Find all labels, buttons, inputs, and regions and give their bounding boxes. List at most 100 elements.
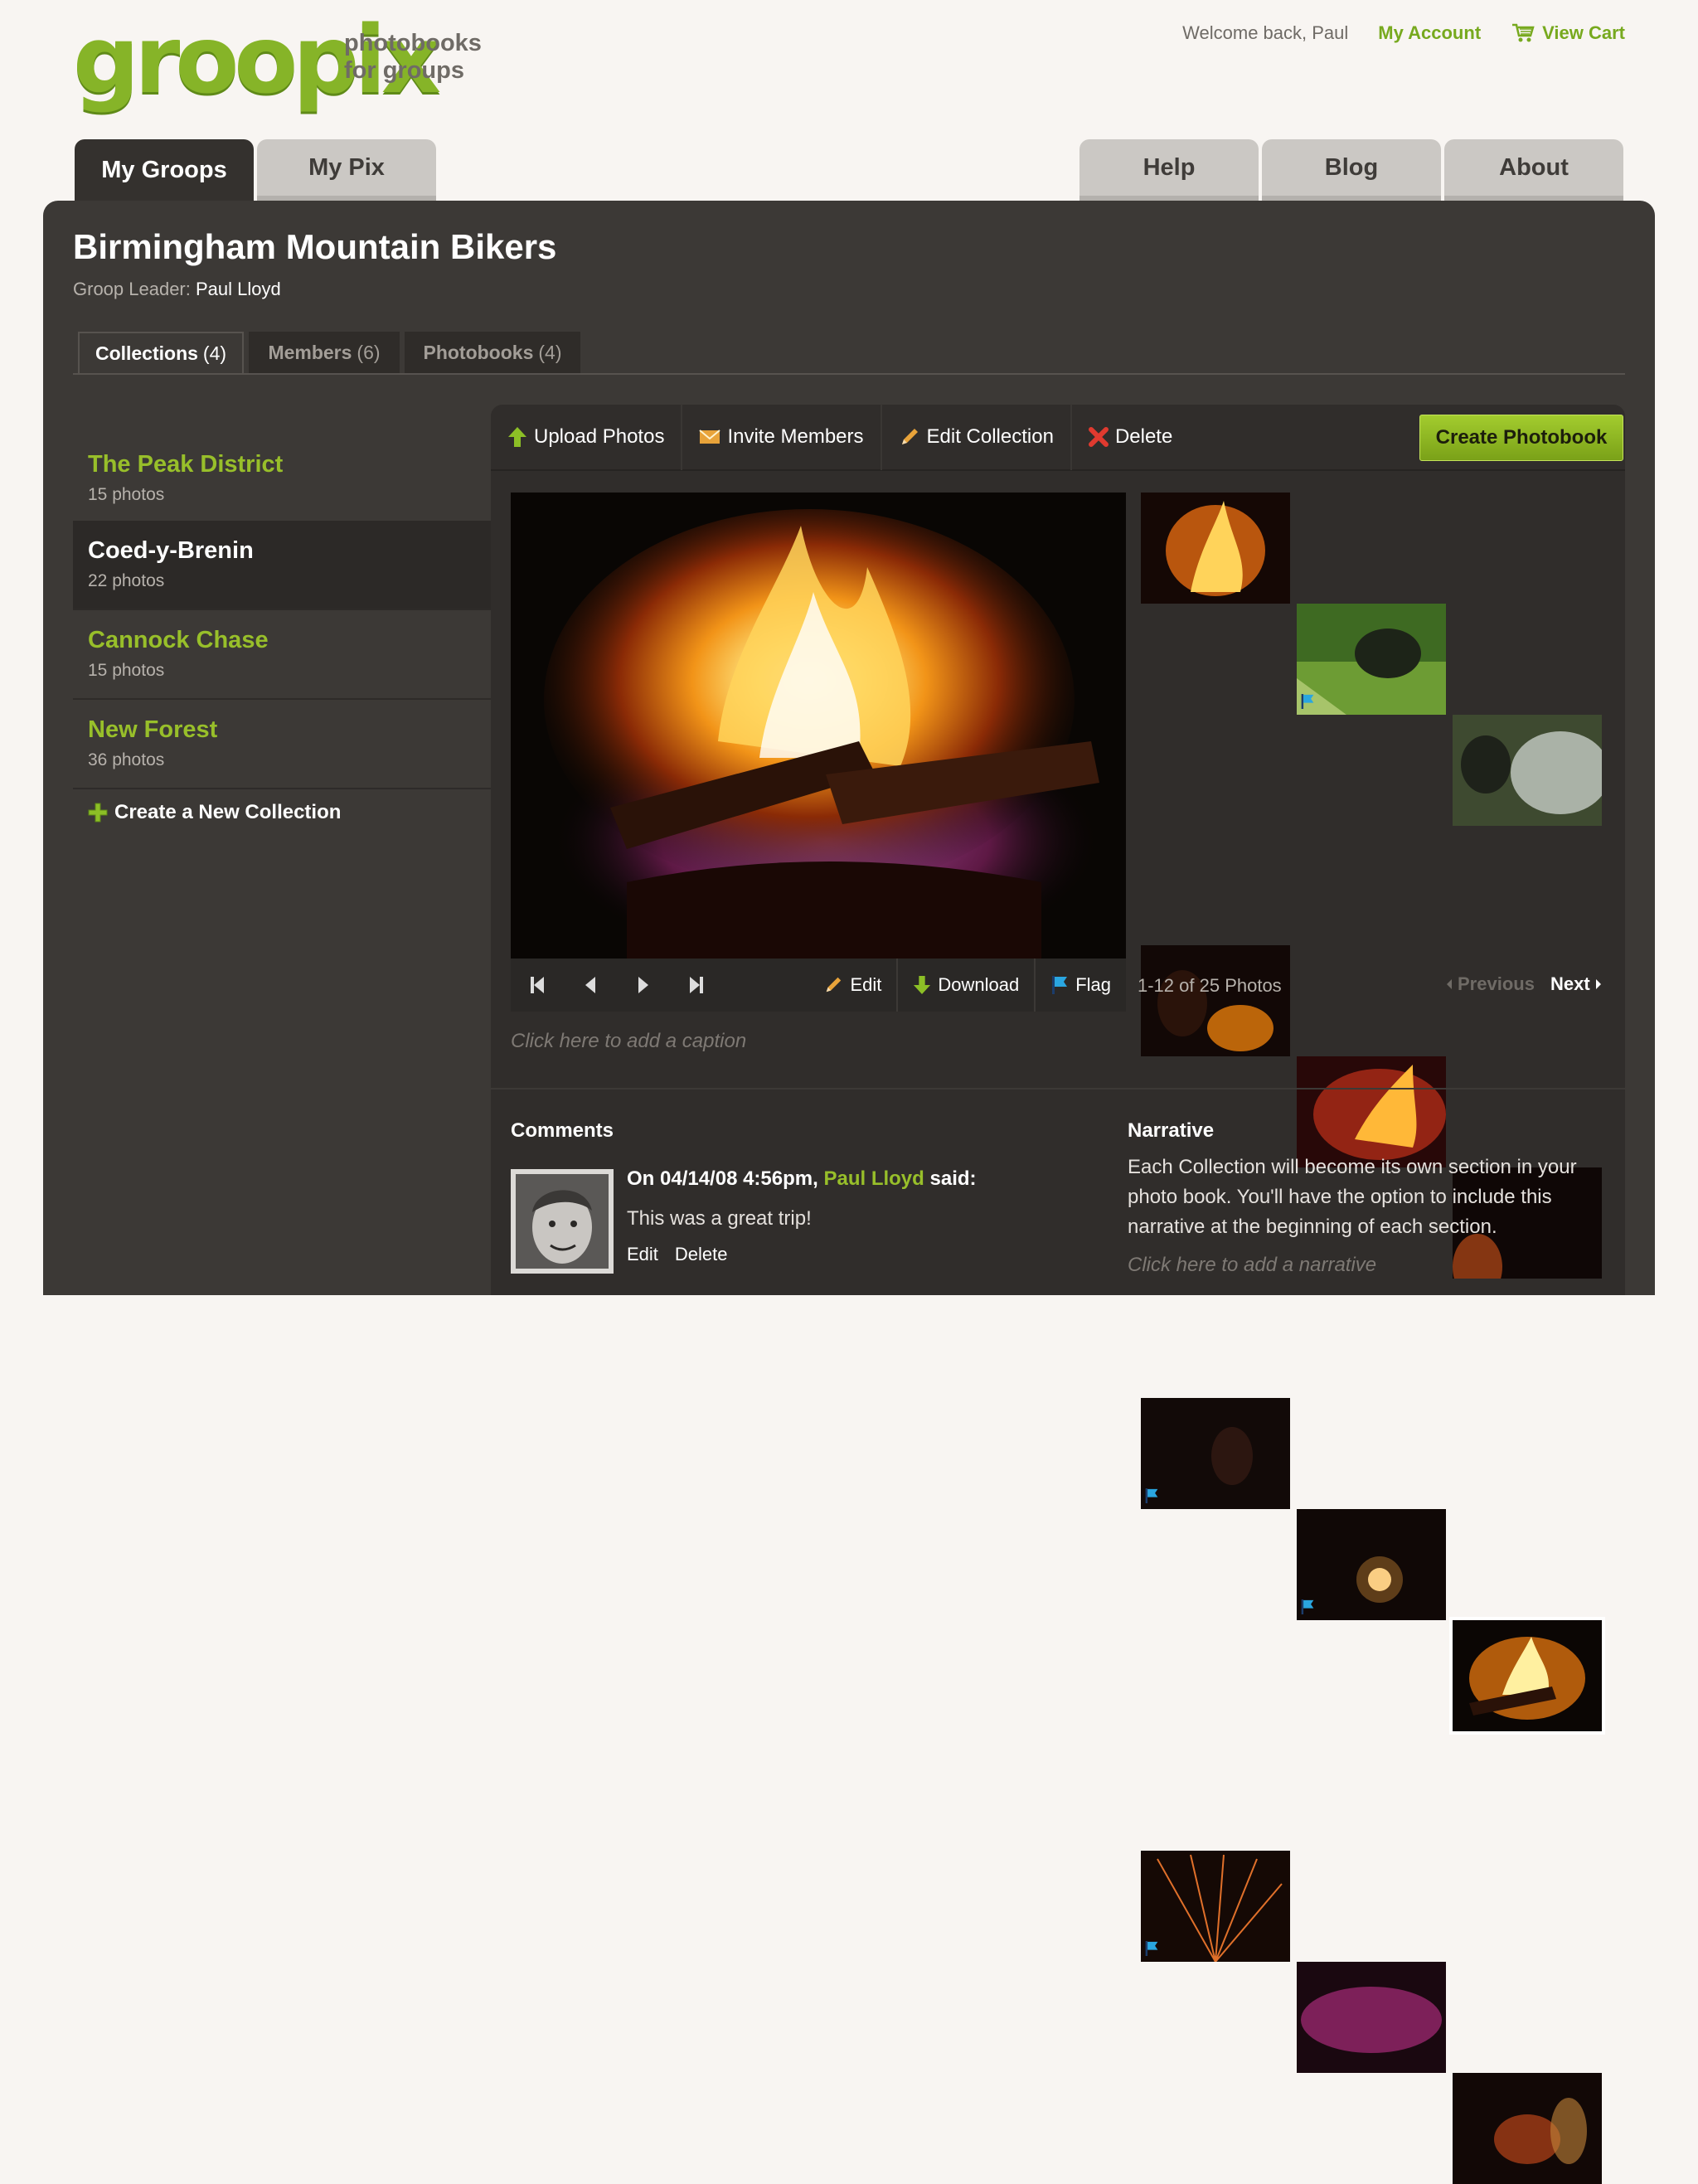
subtab-divider (73, 373, 1625, 375)
subtab-members-label: Members (268, 341, 352, 363)
welcome-text: Welcome back, Paul (1182, 22, 1349, 43)
delete-collection-label: Delete (1114, 425, 1173, 448)
thumbnail[interactable] (1297, 1509, 1446, 1620)
pager-info: 1-12 of 25 Photos (1138, 975, 1282, 996)
flagged-icon (1301, 1599, 1314, 1614)
photo-controls: Edit Download Flag (511, 959, 1126, 1012)
subtab-collections-count: (4) (202, 342, 227, 364)
thumb-group-fireside-image (1453, 2073, 1602, 2184)
collection-count: 15 photos (88, 485, 165, 504)
campfire-image (511, 493, 1126, 959)
previous-page-link[interactable]: Previous (1446, 973, 1535, 995)
triangle-right-icon (638, 977, 648, 993)
thumb-smoke-woods-image (1453, 715, 1602, 826)
narrative-heading: Narrative (1128, 1119, 1215, 1142)
comment-author-link[interactable]: Paul Lloyd (823, 1167, 924, 1190)
subtab-photobooks[interactable]: Photobooks (4) (405, 332, 580, 373)
cart-icon (1512, 23, 1535, 42)
thumbnail-selected[interactable] (1449, 1617, 1605, 1735)
delete-comment-link[interactable]: Delete (675, 1244, 728, 1265)
upload-arrow-icon (508, 427, 526, 447)
tab-my-groops[interactable]: My Groops (75, 139, 254, 201)
chevron-left-icon (1447, 979, 1452, 989)
group-leader: Groop Leader: Paul Lloyd (73, 279, 281, 300)
flag-icon (1052, 976, 1068, 994)
my-account-link[interactable]: My Account (1378, 22, 1481, 44)
thumb-forest-riders-image (1297, 604, 1446, 715)
subtab-collections[interactable]: Collections (4) (78, 332, 244, 373)
download-photo-button[interactable]: Download (896, 959, 1034, 1012)
pencil-icon (827, 977, 842, 993)
thumb-embers-image (1297, 1056, 1446, 1167)
tab-about[interactable]: About (1444, 139, 1623, 201)
next-photo-button[interactable] (617, 959, 670, 1012)
thumbnail[interactable] (1453, 2073, 1602, 2184)
next-page-link[interactable]: Next (1550, 973, 1602, 995)
last-photo-button[interactable] (670, 959, 723, 1012)
tab-blog[interactable]: Blog (1262, 139, 1441, 201)
thumb-night-fire-image (1141, 945, 1290, 1056)
group-leader-name[interactable]: Paul Lloyd (196, 279, 281, 299)
collection-item[interactable]: New Forest 36 photos (73, 700, 491, 788)
thumbnail[interactable] (1297, 1056, 1446, 1167)
thumbnail[interactable] (1141, 945, 1290, 1056)
narrative-text: Each Collection will become its own sect… (1128, 1156, 1577, 1238)
thumbnail[interactable] (1297, 604, 1446, 715)
flagged-icon (1145, 1488, 1158, 1503)
skip-first-icon (531, 977, 544, 993)
flagged-icon (1145, 1941, 1158, 1956)
group-leader-label: Groop Leader: (73, 279, 191, 299)
collection-name: Coed-y-Brenin (88, 537, 254, 564)
collection-item[interactable]: The Peak District 15 photos (73, 441, 491, 521)
collection-name: New Forest (88, 716, 218, 743)
thumbnail[interactable] (1141, 1398, 1290, 1509)
download-photo-label: Download (938, 974, 1020, 995)
avatar[interactable] (511, 1169, 614, 1274)
comment-said: said: (929, 1167, 977, 1190)
previous-page-label: Previous (1458, 973, 1535, 994)
edit-comment-link[interactable]: Edit (627, 1244, 658, 1265)
thumb-sparks-image (1141, 1851, 1290, 1962)
previous-photo-button[interactable] (564, 959, 617, 1012)
pencil-icon (901, 429, 918, 444)
invite-members-button[interactable]: Invite Members (682, 404, 882, 470)
section-divider (491, 1088, 1625, 1090)
top-links: Welcome back, Paul My Account View Cart (1182, 22, 1625, 45)
edit-collection-button[interactable]: Edit Collection (882, 404, 1072, 470)
invite-members-label: Invite Members (727, 425, 864, 448)
thumbnail[interactable] (1141, 493, 1290, 604)
add-caption-field[interactable]: Click here to add a caption (511, 1030, 746, 1053)
create-collection-link[interactable]: Create a New Collection (88, 801, 341, 824)
collection-name: Cannock Chase (88, 627, 269, 653)
comment-header: On 04/14/08 4:56pm, Paul Lloyd said: (627, 1167, 977, 1191)
commenter-photo (511, 1169, 614, 1274)
create-photobook-button[interactable]: Create Photobook (1419, 415, 1623, 461)
edit-photo-button[interactable]: Edit (808, 959, 896, 1012)
triangle-left-icon (585, 977, 595, 993)
view-cart-label: View Cart (1542, 22, 1625, 43)
thumbnail[interactable] (1453, 715, 1602, 826)
collection-count: 22 photos (88, 571, 165, 590)
tab-help[interactable]: Help (1079, 139, 1259, 201)
subtab-collections-label: Collections (95, 342, 198, 364)
main-photo-campfire[interactable] (511, 493, 1126, 959)
thumb-people-dark-image (1141, 1398, 1290, 1509)
collection-item[interactable]: Cannock Chase 15 photos (73, 610, 491, 698)
thumbnail[interactable] (1297, 1962, 1446, 2073)
thumbnail-grid (1141, 493, 1607, 2184)
subtab-photobooks-label: Photobooks (423, 341, 534, 363)
upload-photos-button[interactable]: Upload Photos (491, 404, 683, 470)
flag-photo-button[interactable]: Flag (1034, 959, 1126, 1012)
next-page-label: Next (1550, 973, 1590, 994)
comment-actions: Edit Delete (627, 1244, 728, 1265)
thumbnail[interactable] (1141, 1851, 1290, 1962)
subtab-members[interactable]: Members (6) (249, 332, 400, 373)
view-cart-link[interactable]: View Cart (1511, 22, 1625, 45)
tab-my-pix[interactable]: My Pix (257, 139, 436, 201)
edit-photo-label: Edit (850, 974, 882, 995)
comment-date: On 04/14/08 4:56pm, (627, 1167, 818, 1190)
first-photo-button[interactable] (511, 959, 564, 1012)
collection-item-selected[interactable]: Coed-y-Brenin 22 photos (73, 521, 491, 609)
delete-collection-button[interactable]: Delete (1072, 404, 1189, 470)
collection-divider (73, 788, 491, 789)
